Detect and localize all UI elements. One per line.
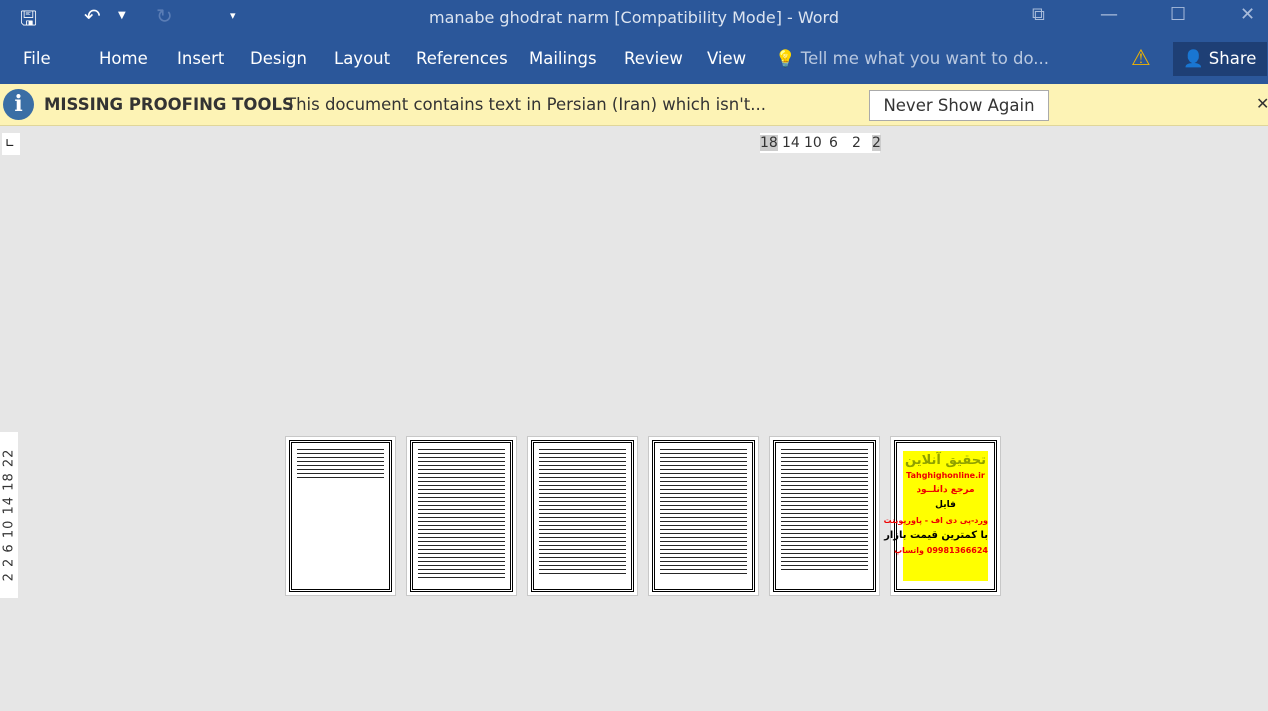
- title-bar: 🖫 ↶ ▼ ↻ ▾ manabe ghodrat narm [Compatibi…: [0, 0, 1268, 36]
- tab-layout[interactable]: Layout: [334, 49, 390, 68]
- share-label: Share: [1208, 49, 1257, 68]
- close-message-icon[interactable]: ✕: [1256, 94, 1268, 113]
- vertical-ruler[interactable]: 2 2 6 10 14 18 22: [0, 432, 18, 598]
- page-thumbnail[interactable]: [527, 436, 638, 596]
- never-show-again-button[interactable]: Never Show Again: [869, 90, 1049, 121]
- tab-design[interactable]: Design: [250, 49, 307, 68]
- horizontal-ruler[interactable]: 18 14 10 6 2 2: [760, 133, 881, 153]
- message-bar: i MISSING PROOFING TOOLS This document c…: [0, 84, 1268, 126]
- tab-selector[interactable]: ∟: [2, 133, 20, 155]
- person-icon: 👤: [1183, 49, 1204, 68]
- ruler-label: 10: [804, 135, 822, 151]
- ad-text: فایل: [935, 500, 956, 510]
- page-thumbnail[interactable]: [406, 436, 517, 596]
- lightbulb-icon: 💡: [775, 49, 796, 68]
- message-title: MISSING PROOFING TOOLS: [44, 95, 294, 114]
- tab-references[interactable]: References: [416, 49, 508, 68]
- tell-me-search[interactable]: 💡 Tell me what you want to do...: [775, 49, 1049, 69]
- ad-text: با کمترین قیمت بازار: [884, 530, 988, 541]
- ruler-label: 6: [829, 135, 838, 151]
- tab-view[interactable]: View: [707, 49, 746, 68]
- ruler-label: 14: [782, 135, 800, 151]
- ad-text: Tahghighonline.ir: [906, 471, 985, 480]
- ad-text: تحقیق آنلاین: [905, 453, 986, 468]
- tab-review[interactable]: Review: [624, 49, 683, 68]
- tab-mailings[interactable]: Mailings: [529, 49, 597, 68]
- ruler-label: 2: [852, 135, 861, 151]
- message-text: This document contains text in Persian (…: [286, 95, 766, 114]
- page-thumbnail[interactable]: تحقیق آنلاین Tahghighonline.ir مرجع دانل…: [883, 436, 1001, 596]
- ribbon-tabs: File Home Insert Design Layout Reference…: [0, 36, 1268, 84]
- ruler-label: 18: [760, 135, 778, 151]
- ad-text: 09981366624 واتساپ: [894, 546, 988, 555]
- page-thumbnail[interactable]: [648, 436, 759, 596]
- ruler-label: 2: [872, 135, 881, 151]
- info-icon: i: [3, 89, 34, 120]
- tab-insert[interactable]: Insert: [177, 49, 224, 68]
- tab-file[interactable]: File: [23, 49, 51, 68]
- page-thumbnail[interactable]: [769, 436, 880, 596]
- warning-icon[interactable]: ⚠: [1131, 46, 1151, 71]
- advertisement-image: تحقیق آنلاین Tahghighonline.ir مرجع دانل…: [883, 451, 988, 581]
- share-button[interactable]: 👤 Share: [1173, 42, 1267, 76]
- ad-text: ورد-پی دی اف - پاورپوینت: [883, 516, 988, 525]
- page-thumbnail[interactable]: [285, 436, 396, 596]
- tell-me-text: Tell me what you want to do...: [800, 49, 1050, 68]
- window-title: manabe ghodrat narm [Compatibility Mode]…: [428, 8, 839, 27]
- close-icon[interactable]: ✕: [1240, 4, 1255, 25]
- maximize-icon[interactable]: ☐: [1170, 4, 1186, 25]
- ribbon-display-icon[interactable]: ⧉: [1032, 4, 1045, 25]
- ruler-label: 2 2 6 10 14 18 22: [1, 448, 17, 582]
- ad-text: مرجع دانلــود: [916, 485, 975, 495]
- tab-home[interactable]: Home: [99, 49, 148, 68]
- minimize-icon[interactable]: —: [1100, 4, 1118, 25]
